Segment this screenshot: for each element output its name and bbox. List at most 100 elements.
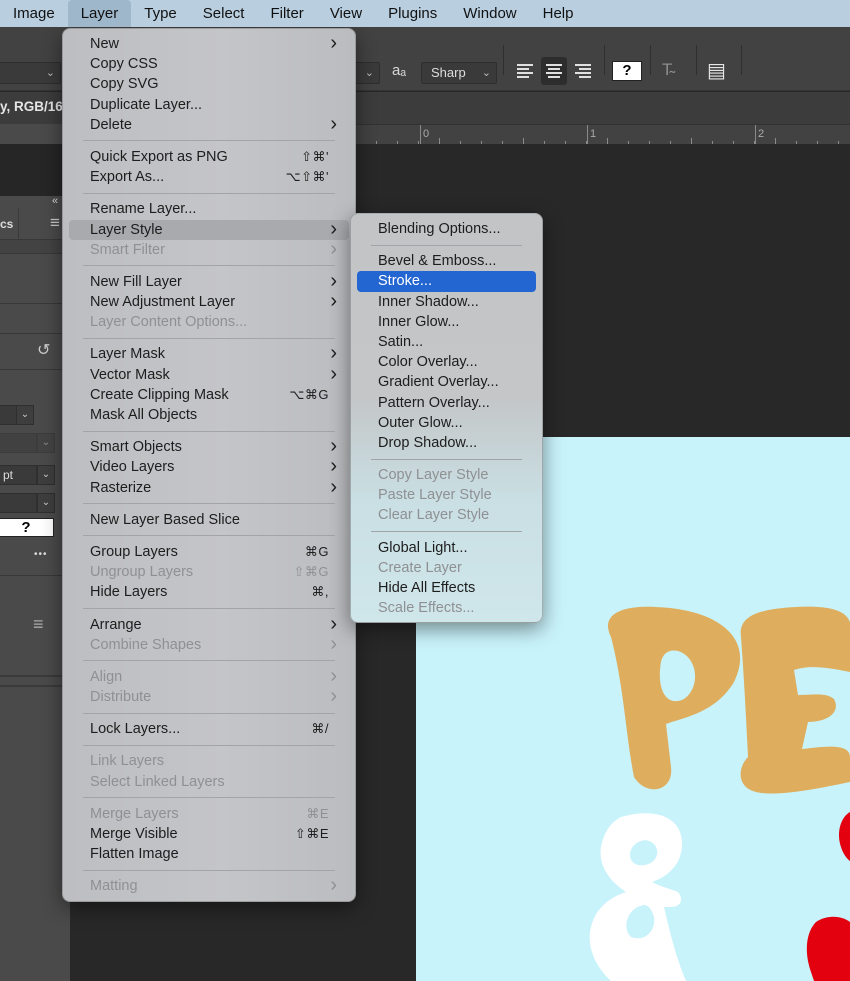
menu-item-scale-effects: Scale Effects... [357,598,536,618]
panel-menu-icon[interactable]: ≡ [50,213,60,233]
menu-item-outer-glow[interactable]: Outer Glow... [357,413,536,433]
menu-help[interactable]: Help [530,0,587,27]
panel-divider [0,675,70,677]
menu-item-merge-visible[interactable]: Merge Visible ⇧⌘E [69,824,349,844]
menu-separator [83,660,335,662]
menu-item-new-adjustment-layer[interactable]: New Adjustment Layer › [69,291,349,312]
menu-item-rename-layer[interactable]: Rename Layer... [69,199,349,219]
menu-item-label: Layer Mask [90,346,165,363]
menu-item-group-layers[interactable]: Group Layers ⌘G [69,542,349,562]
menu-item-quick-export-as-png[interactable]: Quick Export as PNG ⇧⌘' [69,147,349,167]
menu-item-video-layers[interactable]: Video Layers › [69,456,349,477]
menu-item-bevel-and-emboss[interactable]: Bevel & Emboss... [357,251,536,271]
menu-item-label: Combine Shapes [90,636,202,653]
menu-item-layer-style[interactable]: Layer Style › [69,219,349,240]
letter-e [740,606,850,794]
menu-item-duplicate-layer[interactable]: Duplicate Layer... [69,95,349,115]
menu-filter[interactable]: Filter [257,0,316,27]
color-swatch[interactable]: ? [0,518,54,537]
menu-item-layer-mask[interactable]: Layer Mask › [69,343,349,364]
divider [503,45,504,75]
ruler-label: 2 [758,128,765,140]
menu-item-label: Scale Effects... [378,600,475,617]
menu-item-label: Create Layer [378,559,462,576]
menu-item-label: Distribute [90,689,152,706]
menu-item-lock-layers[interactable]: Lock Layers... ⌘/ [69,719,349,739]
chevron-down-icon[interactable]: ⌄ [16,405,34,425]
chevron-down-icon: ⌄ [37,433,55,453]
menu-item-smart-filter: Smart Filter › [69,239,349,260]
menu-item-pattern-overlay[interactable]: Pattern Overlay... [357,393,536,413]
font-family-select[interactable]: ⌄ [0,62,61,84]
antialias-icon: aₐ [392,62,406,79]
reset-icon[interactable]: ↺ [37,340,50,360]
panel-tab-label[interactable]: cs [0,217,13,231]
menu-item-hide-layers[interactable]: Hide Layers ⌘, [69,582,349,602]
menu-plugins[interactable]: Plugins [375,0,450,27]
unit-field[interactable]: pt [0,465,37,485]
character-panel-icon[interactable]: ▤ [707,58,726,83]
paragraph-list-icon[interactable]: ≡ [33,614,44,635]
menu-item-rasterize[interactable]: Rasterize › [69,477,349,498]
text-color-swatch[interactable]: ? [612,61,642,81]
shortcut-label: ⌥⇧⌘' [285,169,329,185]
menu-item-vector-mask[interactable]: Vector Mask › [69,364,349,385]
menu-item-blending-options[interactable]: Blending Options... [357,219,536,239]
menu-item-mask-all-objects[interactable]: Mask All Objects [69,405,349,425]
menu-layer[interactable]: Layer [67,0,132,27]
menu-item-label: Export As... [90,169,165,186]
chevron-down-icon: ⌄ [45,67,55,79]
chevron-down-icon[interactable]: ⌄ [37,465,55,485]
menu-select[interactable]: Select [190,0,258,27]
menu-item-delete[interactable]: Delete › [69,114,349,135]
menu-item-satin[interactable]: Satin... [357,332,536,352]
align-right-button[interactable] [570,57,596,85]
align-center-button[interactable] [541,57,567,85]
more-options-icon[interactable]: ••• [34,549,48,560]
menu-item-inner-shadow[interactable]: Inner Shadow... [357,292,536,312]
layer-menu: New › Copy CSS Copy SVG Duplicate Layer... De… [62,28,356,902]
align-left-button[interactable] [512,57,538,85]
menu-item-gradient-overlay[interactable]: Gradient Overlay... [357,372,536,392]
horizontal-ruler[interactable]: 0 1 2 [355,124,850,144]
menu-item-global-light[interactable]: Global Light... [357,538,536,558]
properties-panel: « cs ≡ ↺ ⌄ ⌄ pt ⌄ ⌄ ? ••• ≡ [0,124,70,981]
menu-item-label: New Fill Layer [90,273,182,290]
menu-item-new-layer-based-slice[interactable]: New Layer Based Slice [69,510,349,530]
menu-item-label: Gradient Overlay... [378,374,499,391]
property-field[interactable] [0,493,37,513]
menu-item-label: Copy Layer Style [378,467,489,484]
menu-item-smart-objects[interactable]: Smart Objects › [69,436,349,457]
menu-item-inner-glow[interactable]: Inner Glow... [357,312,536,332]
menu-item-new-fill-layer[interactable]: New Fill Layer › [69,271,349,292]
chevron-down-icon[interactable]: ⌄ [37,493,55,513]
menu-item-label: Stroke... [378,273,432,290]
antialias-select[interactable]: Sharp ⌄ [421,62,497,84]
menu-item-stroke[interactable]: Stroke... [357,271,536,292]
menu-item-arrange[interactable]: Arrange › [69,614,349,635]
menu-item-hide-all-effects[interactable]: Hide All Effects [357,578,536,598]
menu-item-label: Copy CSS [90,56,158,73]
menu-view[interactable]: View [317,0,375,27]
menu-item-color-overlay[interactable]: Color Overlay... [357,352,536,372]
menu-item-flatten-image[interactable]: Flatten Image [69,844,349,864]
menu-image[interactable]: Image [0,0,68,27]
menu-item-copy-css[interactable]: Copy CSS [69,54,349,74]
menu-separator [371,458,522,460]
menu-item-label: New Layer Based Slice [90,511,240,528]
menu-item-label: Outer Glow... [378,414,463,431]
menu-item-new[interactable]: New › [69,33,349,54]
warp-text-icon[interactable]: T̴ [662,60,672,80]
menu-type[interactable]: Type [131,0,190,27]
menu-window[interactable]: Window [450,0,529,27]
menu-item-label: Inner Glow... [378,313,460,330]
ruler-label: 0 [423,128,430,140]
menu-item-drop-shadow[interactable]: Drop Shadow... [357,433,536,453]
menu-item-label: Video Layers [90,459,175,476]
menu-separator [83,744,335,746]
menu-item-export-as[interactable]: Export As... ⌥⇧⌘' [69,167,349,187]
menu-item-copy-svg[interactable]: Copy SVG [69,74,349,94]
collapse-panel-icon[interactable]: « [52,195,58,207]
divider [741,45,742,75]
menu-item-create-clipping-mask[interactable]: Create Clipping Mask ⌥⌘G [69,385,349,405]
